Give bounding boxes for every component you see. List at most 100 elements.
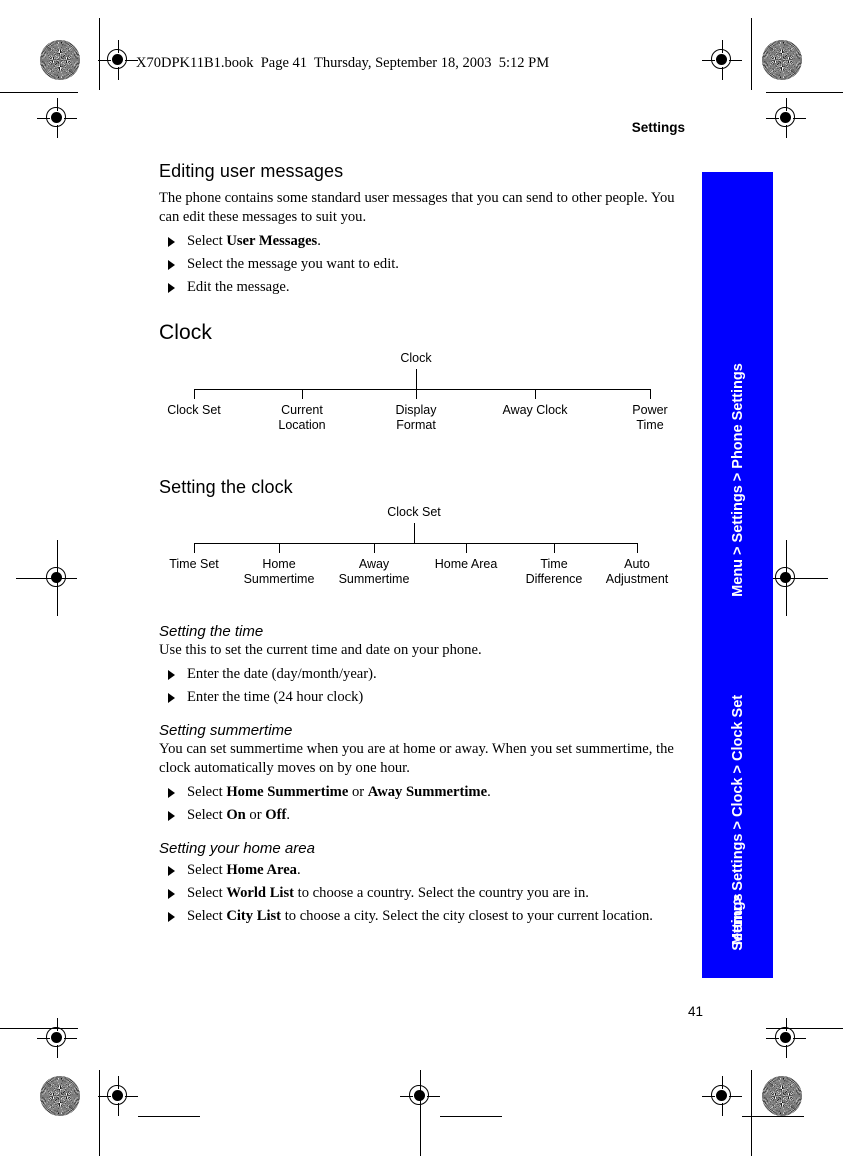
registration-mark-icon [98, 40, 138, 80]
step-pre: Select [187, 885, 227, 902]
trim-line [99, 1070, 100, 1156]
page-number: 41 [688, 1004, 704, 1019]
diagram-connector-drop [279, 543, 280, 554]
diagram-connector-drop [416, 389, 417, 400]
side-tab-label-settings: Settings [729, 893, 746, 951]
bullet-triangle-icon [168, 283, 175, 294]
step-bold: On [226, 807, 246, 824]
step-bold-2: Away Summertime [367, 784, 488, 801]
side-tab-label-phone-settings: Menu > Settings > Phone Settings [729, 363, 746, 597]
color-rosette-icon [762, 1076, 802, 1116]
color-rosette-icon [762, 40, 802, 80]
trim-line [99, 18, 100, 90]
paragraph-editing-user-messages-intro: The phone contains some standard user me… [159, 190, 675, 225]
registration-mark-icon [702, 1076, 742, 1116]
list-item: Select On or Off. [159, 804, 685, 827]
step-post: to choose a city. Select the city closes… [281, 908, 653, 925]
bullet-triangle-icon [168, 788, 175, 799]
registration-mark-icon [98, 1076, 138, 1116]
step-pre: Select [187, 232, 227, 249]
trim-line [766, 1028, 843, 1029]
diagram-connector-stem [416, 369, 417, 390]
step-pre: Select [187, 784, 227, 801]
diagram-connector-drop [466, 543, 467, 554]
step-pre: Enter the date (day/month/year). [187, 666, 377, 683]
step-pre: Select [187, 908, 227, 925]
bullet-triangle-icon [168, 693, 175, 704]
trim-line [0, 92, 78, 93]
trim-line [16, 578, 76, 579]
trim-line [751, 1070, 752, 1156]
list-item: Select World List to choose a country. S… [159, 882, 685, 905]
registration-mark-icon [766, 1018, 806, 1058]
diagram-clock-menu-tree: Clock Clock Set Current Location Display Fo… [159, 351, 685, 447]
trim-line [786, 540, 787, 616]
diagram-root-label: Clock Set [387, 505, 441, 520]
section-heading-setting-the-clock: Setting the clock [159, 477, 293, 498]
trim-line [766, 92, 843, 93]
trim-line [440, 1116, 502, 1117]
list-item: Enter the time (24 hour clock) [159, 686, 685, 709]
paragraph-setting-the-time-intro: Use this to set the current time and dat… [159, 642, 482, 659]
running-head: Settings [631, 120, 685, 135]
bullet-triangle-icon [168, 866, 175, 877]
step-bold-2: Off [265, 807, 287, 824]
section-heading-clock: Clock [159, 321, 213, 345]
trim-line [0, 1028, 78, 1029]
diagram-leaf-label: Power Time [632, 403, 668, 432]
step-bold: Home Summertime [226, 784, 349, 801]
registration-mark-icon [37, 98, 77, 138]
step-pre: Select [187, 807, 227, 824]
diagram-connector-drop [194, 389, 195, 400]
bullet-triangle-icon [168, 236, 175, 247]
step-pre: Select the message you want to edit. [187, 255, 399, 272]
diagram-leaf-label: Home Summertime [243, 557, 315, 586]
diagram-connector-drop [194, 543, 195, 554]
step-bold: Home Area [226, 862, 297, 879]
bullet-triangle-icon [168, 670, 175, 681]
registration-mark-icon [766, 98, 806, 138]
registration-mark-icon [400, 1076, 440, 1116]
diagram-connector-drop [302, 389, 303, 400]
list-item: Enter the date (day/month/year). [159, 663, 685, 686]
step-post: . [296, 862, 301, 879]
trim-line [420, 1070, 421, 1156]
step-post: . [317, 232, 321, 249]
list-item: Select User Messages. [159, 230, 685, 253]
step-mid: or [245, 807, 266, 824]
diagram-connector-bar [194, 543, 637, 545]
list-item: Select City List to choose a city. Selec… [159, 905, 685, 928]
diagram-leaf-label: Time Difference [525, 557, 583, 586]
list-item: Select Home Area. [159, 859, 685, 882]
trim-line [57, 540, 58, 616]
page-content: Settings Editing user messages The phone… [159, 120, 685, 930]
steps-setting-the-time: Enter the date (day/month/year). Enter t… [159, 663, 685, 709]
subsection-heading-setting-summertime: Setting summertime [159, 722, 293, 740]
diagram-connector-drop [650, 389, 651, 400]
registration-mark-icon [37, 558, 77, 598]
diagram-leaf-label: Auto Adjustment [605, 557, 669, 586]
step-bold: User Messages [226, 232, 318, 249]
bullet-triangle-icon [168, 259, 175, 270]
list-item: Select Home Summertime or Away Summertim… [159, 781, 685, 804]
side-tab-navigation: Menu > Settings > Phone Settings Menu > … [702, 172, 773, 978]
trim-line [751, 18, 752, 90]
diagram-connector-drop [637, 543, 638, 554]
diagram-leaf-label: Home Area [434, 557, 498, 572]
trim-line [138, 1116, 200, 1117]
step-bold: City List [226, 908, 282, 925]
diagram-leaf-label: Current Location [278, 403, 326, 432]
step-pre: Enter the time (24 hour clock) [187, 689, 364, 706]
bullet-triangle-icon [168, 811, 175, 822]
step-post: . [286, 807, 290, 824]
registration-mark-icon [37, 1018, 77, 1058]
trim-line [768, 578, 828, 579]
diagram-leaf-label: Clock Set [167, 403, 221, 418]
list-item: Select the message you want to edit. [159, 253, 685, 276]
step-pre: Select [187, 862, 227, 879]
step-pre: Edit the message. [187, 279, 290, 296]
subsection-heading-setting-your-home-area: Setting your home area [159, 840, 315, 858]
section-heading-editing-user-messages: Editing user messages [159, 161, 344, 181]
diagram-root-label: Clock [400, 351, 432, 366]
subsection-heading-setting-the-time: Setting the time [159, 623, 264, 641]
